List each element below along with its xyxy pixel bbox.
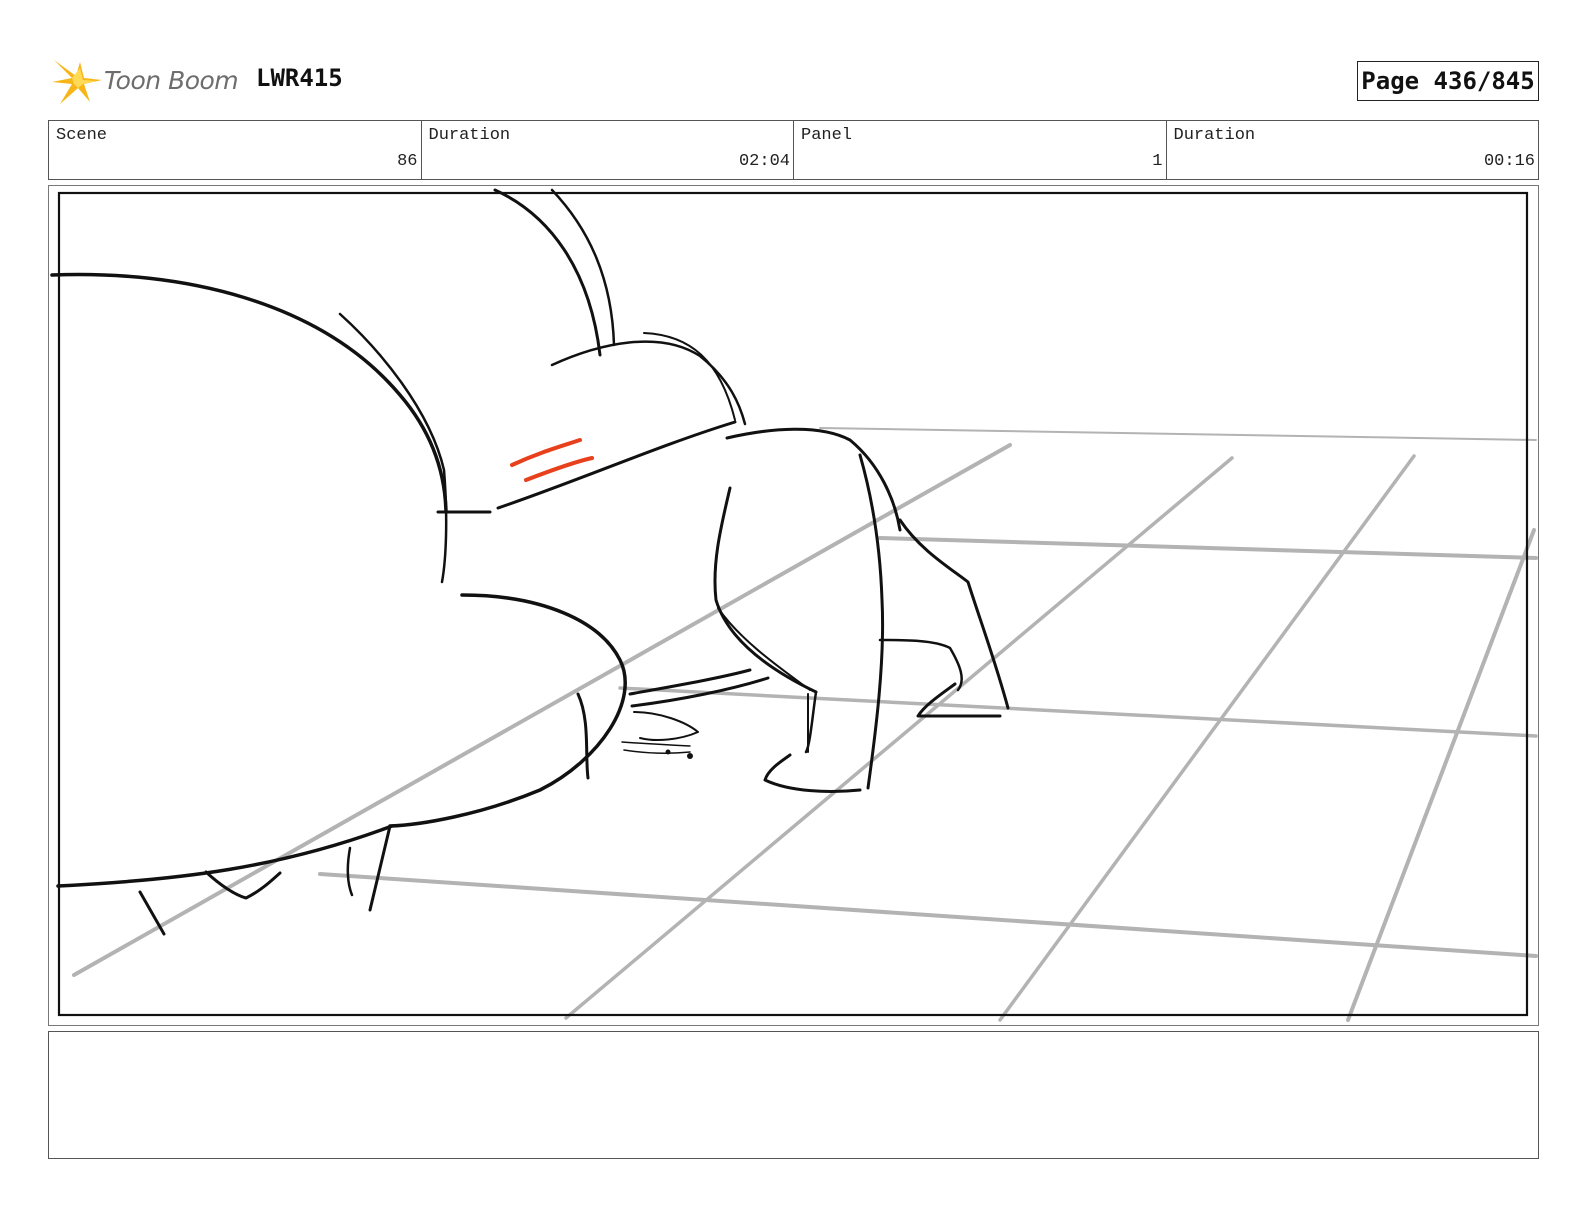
toon-boom-logo: Toon Boom [50, 54, 240, 108]
page-indicator: Page 436/845 [1357, 61, 1539, 101]
scene-duration-cell: Duration 02:04 [422, 121, 794, 179]
burst-icon [52, 60, 102, 104]
panel-label: Panel [801, 126, 853, 145]
notes-box [48, 1031, 1539, 1159]
panel-value: 1 [1152, 152, 1163, 171]
brand-name: Toon Boom [104, 66, 239, 95]
creature-sketch [50, 188, 1010, 936]
panel-duration-value: 00:16 [1483, 152, 1535, 171]
scene-value: 86 [397, 152, 418, 171]
panel-duration-label: Duration [1173, 126, 1256, 145]
scene-info-table: Scene 86 Duration 02:04 Panel 1 Duration… [48, 120, 1539, 180]
floor-grid [72, 427, 1538, 1022]
panel-duration-cell: Duration 00:16 [1167, 121, 1539, 179]
storyboard-drawing [50, 188, 1538, 1022]
scene-duration-label: Duration [428, 126, 511, 145]
scene-duration-value: 02:04 [738, 152, 790, 171]
scene-cell: Scene 86 [49, 121, 422, 179]
scene-label: Scene [56, 126, 108, 145]
accent-strokes [510, 438, 594, 482]
panel-cell: Panel 1 [794, 121, 1167, 179]
project-code: LWR415 [256, 64, 343, 92]
